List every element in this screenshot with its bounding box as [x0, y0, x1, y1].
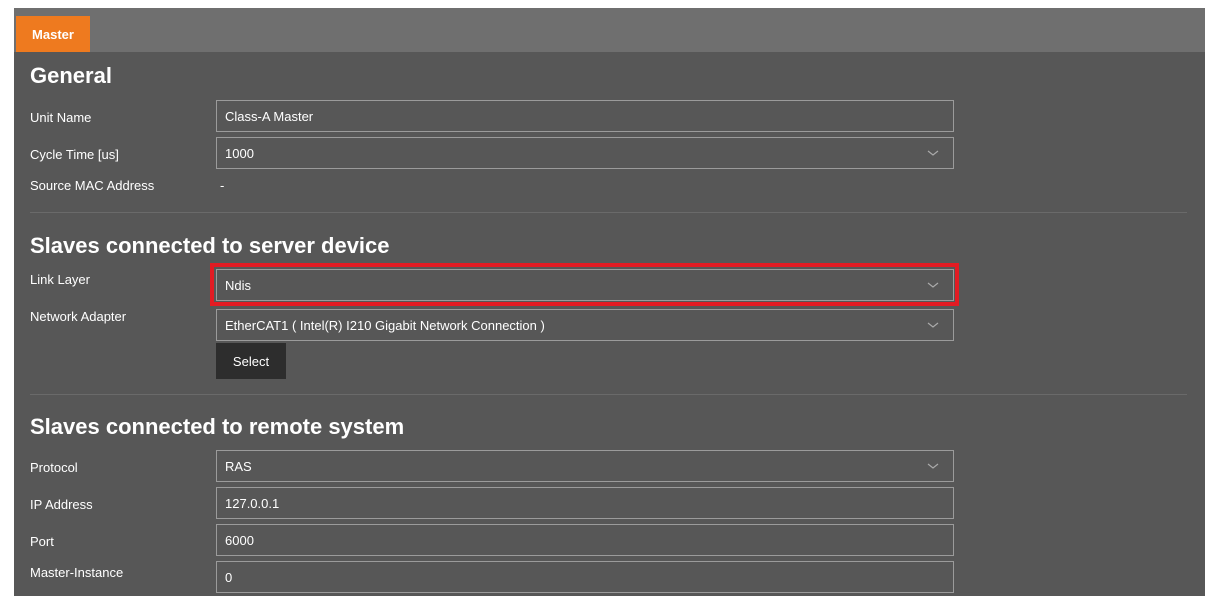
master-instance-label: Master-Instance	[30, 565, 124, 580]
network-adapter-value: EtherCAT1 ( Intel(R) I210 Gigabit Networ…	[225, 317, 545, 333]
chevron-down-icon	[927, 150, 939, 156]
port-label: Port	[30, 534, 54, 549]
protocol-value: RAS	[225, 458, 252, 474]
remote-system-heading: Slaves connected to remote system	[30, 414, 405, 439]
ip-address-label: IP Address	[30, 497, 93, 512]
unit-name-input[interactable]: Class-A Master	[216, 100, 954, 132]
network-adapter-label: Network Adapter	[30, 309, 127, 324]
ip-address-input[interactable]: 127.0.0.1	[216, 487, 954, 519]
link-layer-label: Link Layer	[30, 272, 90, 287]
master-instance-input[interactable]: 0	[216, 561, 954, 593]
protocol-label: Protocol	[30, 460, 78, 475]
cycle-time-select[interactable]: 1000	[216, 137, 954, 169]
tab-bar: Master	[14, 8, 1205, 52]
server-device-heading: Slaves connected to server device	[30, 233, 390, 258]
cycle-time-label: Cycle Time [us]	[30, 147, 119, 162]
select-button[interactable]: Select	[216, 343, 286, 379]
section-divider	[30, 212, 1187, 213]
port-input[interactable]: 6000	[216, 524, 954, 556]
general-heading: General	[30, 63, 112, 88]
chevron-down-icon	[927, 322, 939, 328]
tab-master[interactable]: Master	[16, 16, 90, 52]
source-mac-label: Source MAC Address	[30, 178, 155, 193]
network-adapter-select[interactable]: EtherCAT1 ( Intel(R) I210 Gigabit Networ…	[216, 309, 954, 341]
master-instance-value: 0	[225, 569, 233, 585]
cycle-time-value: 1000	[225, 145, 254, 161]
unit-name-label: Unit Name	[30, 110, 92, 125]
protocol-select[interactable]: RAS	[216, 450, 954, 482]
ip-address-value: 127.0.0.1	[225, 495, 280, 511]
highlight-box	[210, 263, 959, 306]
source-mac-value: -	[220, 178, 225, 193]
unit-name-value: Class-A Master	[225, 108, 314, 124]
master-settings-panel: Master General Unit Name Class-A Master …	[14, 8, 1205, 596]
chevron-down-icon	[927, 463, 939, 469]
port-value: 6000	[225, 532, 254, 548]
section-divider	[30, 394, 1187, 395]
